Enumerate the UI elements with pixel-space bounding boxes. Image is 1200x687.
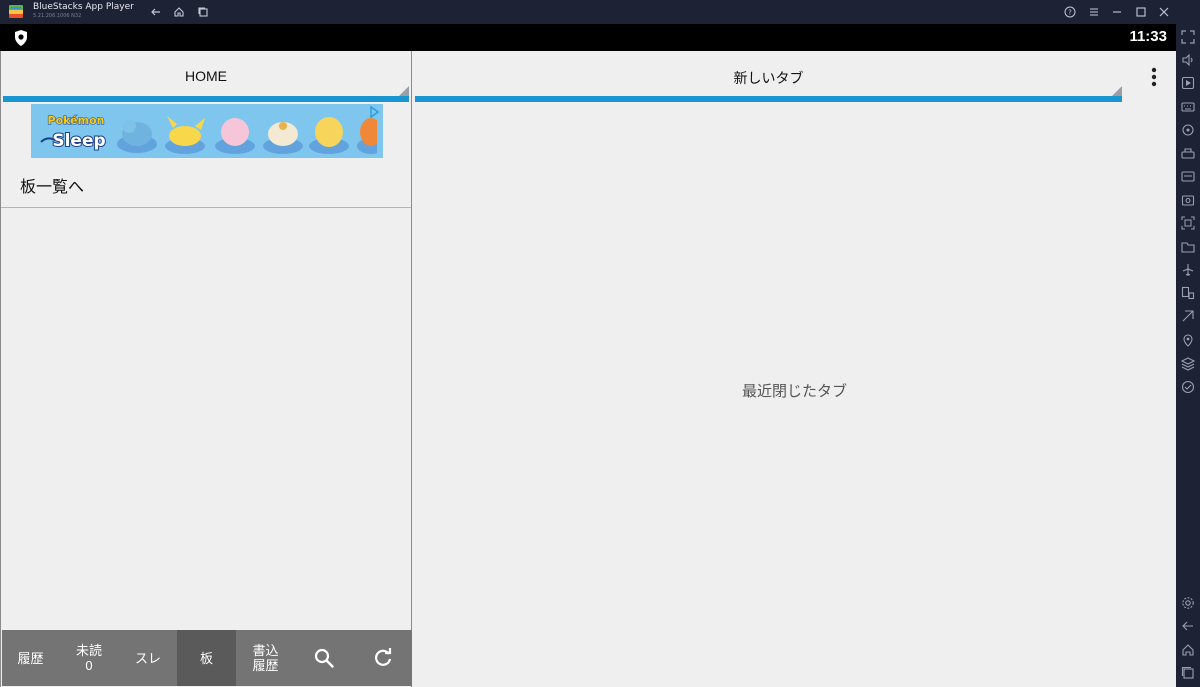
clock: 11:33 <box>1129 28 1167 45</box>
back-icon[interactable] <box>148 4 164 20</box>
screenshot-icon[interactable] <box>1181 192 1195 206</box>
window-title: BlueStacks App Player <box>33 2 134 12</box>
tab-active-indicator <box>3 96 409 102</box>
svg-text:?: ? <box>1068 9 1072 17</box>
divider <box>1 207 411 208</box>
search-icon <box>314 648 334 668</box>
nav-post-history[interactable]: 書込 履歴 <box>236 630 295 686</box>
folder-icon[interactable] <box>1181 239 1195 253</box>
android-back-icon[interactable] <box>1181 618 1195 632</box>
media-icon[interactable] <box>1181 75 1195 90</box>
help-icon[interactable]: ? <box>1062 4 1078 20</box>
menu-icon[interactable] <box>1086 4 1102 20</box>
settings-icon[interactable] <box>1181 595 1195 609</box>
layers-icon[interactable] <box>1180 356 1196 371</box>
multi-window-icon[interactable] <box>1181 285 1195 300</box>
close-icon[interactable] <box>1156 4 1172 20</box>
macro-icon[interactable] <box>1181 379 1195 394</box>
tab-new[interactable]: 新しいタブ <box>413 51 1124 102</box>
tab-home-label: HOME <box>185 68 227 84</box>
screen-record-icon[interactable] <box>1181 215 1195 230</box>
pokemon-sleep-logo: Pokémon Sleep <box>40 113 107 152</box>
svg-text:Pokémon: Pokémon <box>48 114 105 127</box>
bluestacks-logo-icon <box>9 5 23 18</box>
nav-history[interactable]: 履歴 <box>2 630 59 686</box>
tab-corner-marker <box>1112 86 1122 96</box>
shield-icon <box>15 30 27 46</box>
nav-board[interactable]: 板 <box>177 630 236 686</box>
airplane-mode-icon[interactable] <box>1181 262 1195 276</box>
location-icon[interactable] <box>1181 332 1195 347</box>
search-button[interactable] <box>295 630 353 686</box>
svg-text:Sleep: Sleep <box>52 131 105 151</box>
ad-choices-icon[interactable] <box>369 106 379 118</box>
android-status-bar: 11:33 <box>0 24 1176 51</box>
android-recents-icon[interactable] <box>1181 665 1195 679</box>
bluestacks-sidebar <box>1176 0 1200 687</box>
pokemon-characters-illustration <box>117 116 377 154</box>
nav-thread[interactable]: スレ <box>119 630 177 686</box>
tab-new-label: 新しいタブ <box>733 70 804 86</box>
advertisement-banner[interactable]: Pokémon Sleep <box>31 104 383 158</box>
apk-icon[interactable] <box>1181 168 1195 182</box>
tab-home[interactable]: HOME <box>1 51 411 102</box>
nav-unread[interactable]: 未読 0 <box>59 630 119 686</box>
bottom-navigation: 履歴 未読 0 スレ 板 書込 履歴 <box>2 630 412 686</box>
window-titlebar: BlueStacks App Player 5.21.206.1006 N32 … <box>0 0 1200 24</box>
install-apk-icon[interactable] <box>1181 145 1195 159</box>
right-pane: 新しいタブ 最近閉じたタブ <box>413 51 1176 687</box>
eco-mode-icon[interactable] <box>1181 308 1195 322</box>
minimize-icon[interactable] <box>1109 4 1125 20</box>
maximize-icon[interactable] <box>1133 4 1149 20</box>
keyboard-icon[interactable] <box>1181 98 1195 112</box>
tab-corner-marker <box>399 86 409 96</box>
more-options-icon[interactable] <box>1150 67 1158 87</box>
multi-instance-icon[interactable] <box>195 4 211 20</box>
android-home-icon[interactable] <box>1181 642 1195 656</box>
home-icon[interactable] <box>171 4 187 20</box>
left-pane: HOME Pokémon Sleep 板一覧へ 履歴 未読 0 スレ 板 書込 … <box>0 51 412 687</box>
board-list-link[interactable]: 板一覧へ <box>20 173 84 197</box>
window-version: 5.21.206.1006 N32 <box>33 13 82 19</box>
tab-active-indicator <box>415 96 1122 102</box>
refresh-button[interactable] <box>353 630 412 686</box>
volume-icon[interactable] <box>1181 52 1195 67</box>
rotate-icon[interactable] <box>1181 122 1195 136</box>
refresh-icon <box>374 648 391 666</box>
app-content: HOME Pokémon Sleep 板一覧へ 履歴 未読 0 スレ 板 書込 … <box>0 51 1176 687</box>
fullscreen-icon[interactable] <box>1181 29 1195 44</box>
recently-closed-tabs-label: 最近閉じたタブ <box>741 383 847 400</box>
